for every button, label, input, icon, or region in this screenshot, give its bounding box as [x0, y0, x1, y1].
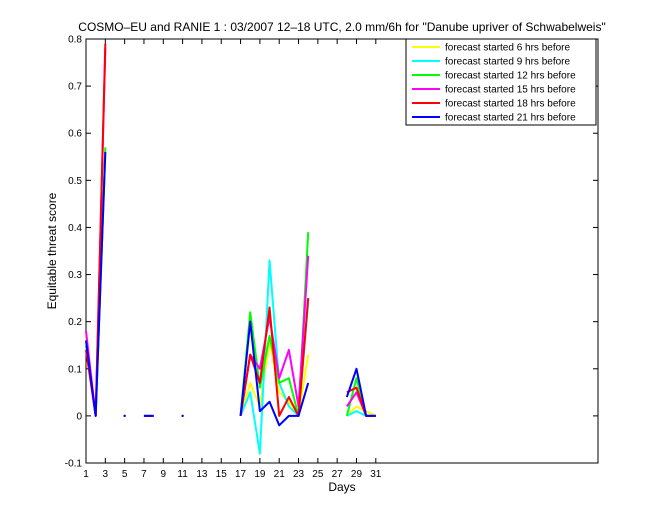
- x-tick-label: 3: [103, 469, 109, 480]
- legend-entry: forecast started 15 hrs before: [445, 85, 576, 96]
- x-tick-label: 7: [141, 469, 147, 480]
- y-tick-label: 0.4: [68, 223, 82, 234]
- x-tick-label: 19: [254, 469, 266, 480]
- x-tick-label: 5: [122, 469, 128, 480]
- chart: COSMO–EU and RANIE 1 : 03/2007 12–18 UTC…: [45, 20, 606, 494]
- y-tick-label: 0.7: [68, 82, 82, 93]
- y-tick-label: 0.5: [68, 176, 82, 187]
- x-tick-label: 11: [177, 469, 188, 480]
- legend-entry: forecast started 6 hrs before: [445, 43, 571, 54]
- x-tick-label: 9: [161, 469, 167, 480]
- y-tick-label: -0.1: [65, 459, 83, 470]
- y-tick-label: 0.2: [68, 317, 82, 328]
- legend-entry: forecast started 9 hrs before: [445, 57, 571, 68]
- y-tick-label: 0: [76, 411, 82, 422]
- x-tick-label: 13: [196, 469, 208, 480]
- x-tick-label: 15: [216, 469, 228, 480]
- y-tick-label: 0.3: [68, 270, 82, 281]
- y-tick-label: 0.1: [68, 364, 82, 375]
- x-tick-label: 17: [235, 469, 247, 480]
- x-tick-label: 31: [370, 469, 382, 480]
- legend-entry: forecast started 21 hrs before: [445, 113, 576, 124]
- y-tick-label: 0.6: [68, 129, 82, 140]
- x-tick-label: 29: [351, 469, 363, 480]
- series-point: [181, 414, 184, 417]
- x-tick-label: 23: [293, 469, 305, 480]
- legend-entry: forecast started 18 hrs before: [445, 99, 576, 110]
- x-tick-label: 25: [312, 469, 324, 480]
- chart-title: COSMO–EU and RANIE 1 : 03/2007 12–18 UTC…: [78, 20, 605, 34]
- legend: forecast started 6 hrs before forecast st…: [405, 38, 597, 126]
- y-tick-label: 0.8: [68, 35, 82, 46]
- x-axis-label: Days: [328, 480, 355, 494]
- series-point: [123, 414, 126, 417]
- x-tick-label: 1: [83, 469, 89, 480]
- legend-entry: forecast started 12 hrs before: [445, 71, 576, 82]
- x-tick-label: 21: [274, 469, 286, 480]
- x-tick-label: 27: [332, 469, 344, 480]
- y-axis-label: Equitable threat score: [45, 192, 59, 309]
